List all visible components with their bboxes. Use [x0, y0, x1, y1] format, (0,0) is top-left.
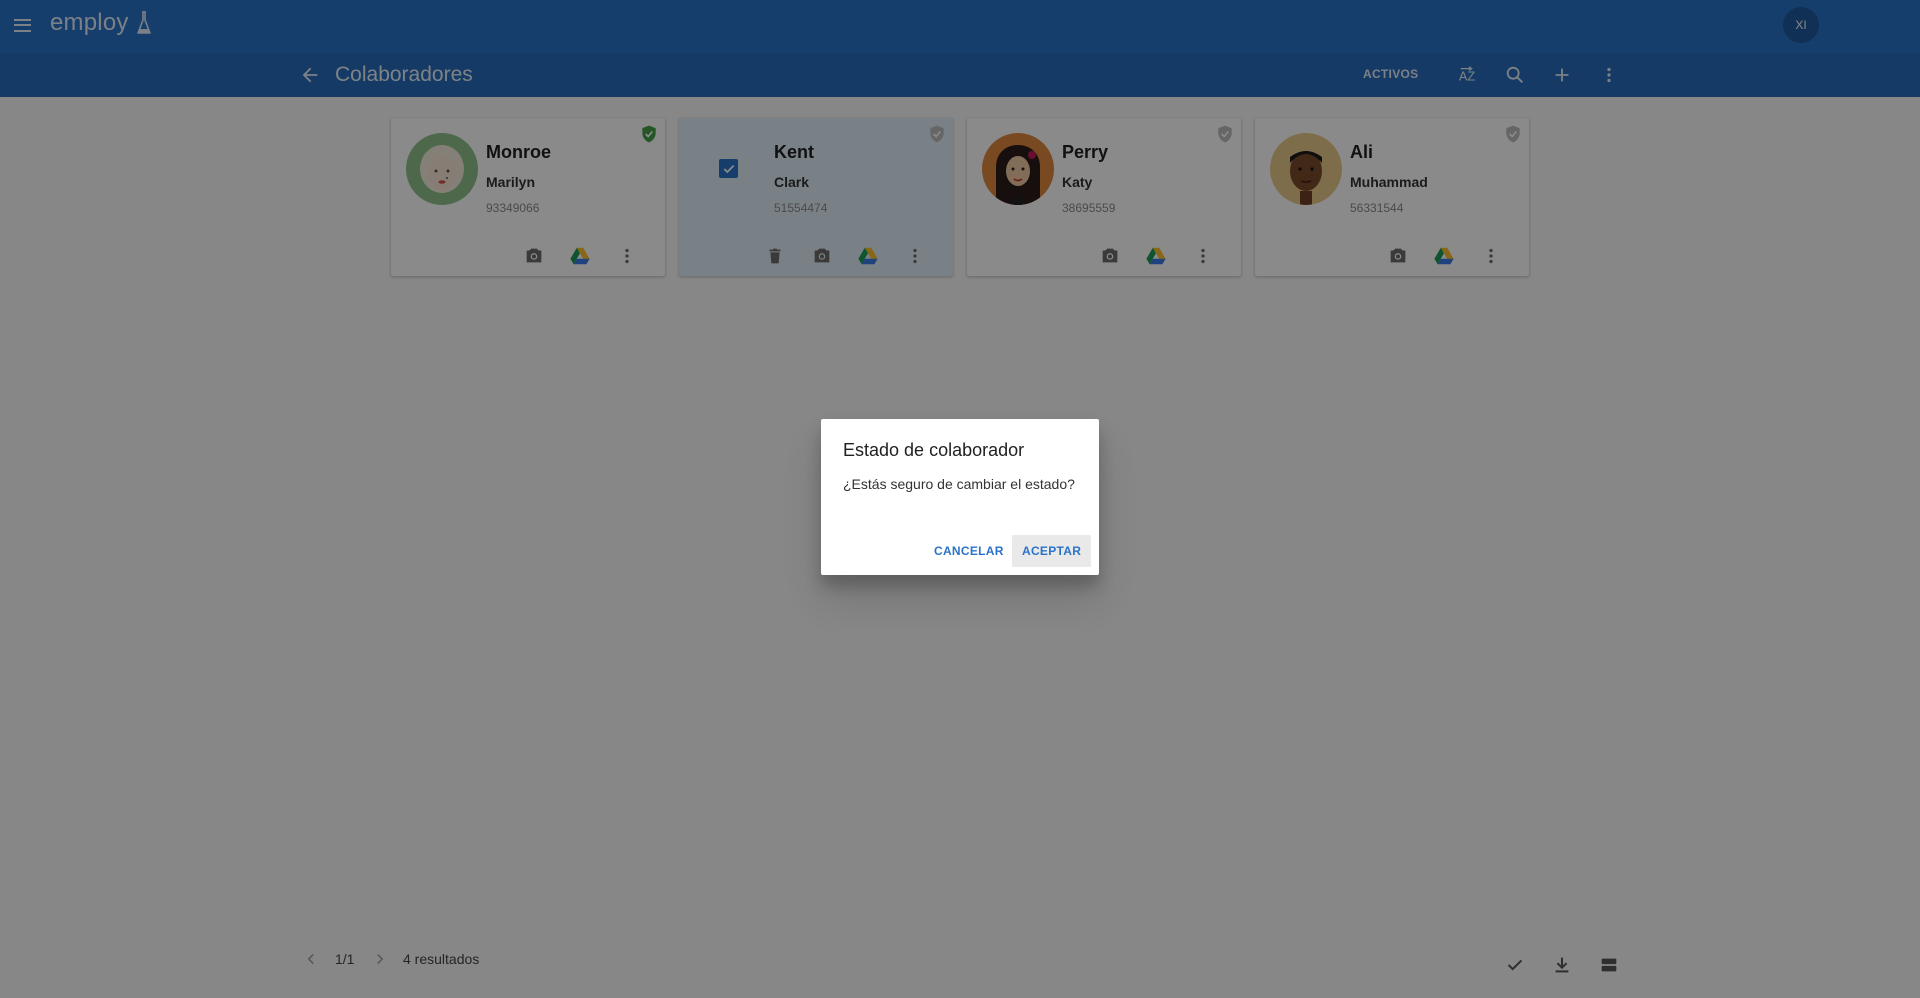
dialog-title: Estado de colaborador — [843, 440, 1025, 460]
dialog-message: ¿Estás seguro de cambiar el estado? — [843, 476, 1075, 492]
cancel-button[interactable]: CANCELAR — [924, 535, 1014, 567]
accept-button[interactable]: ACEPTAR — [1012, 535, 1092, 567]
confirm-dialog: Estado de colaborador ¿Estás seguro de c… — [821, 419, 1099, 575]
